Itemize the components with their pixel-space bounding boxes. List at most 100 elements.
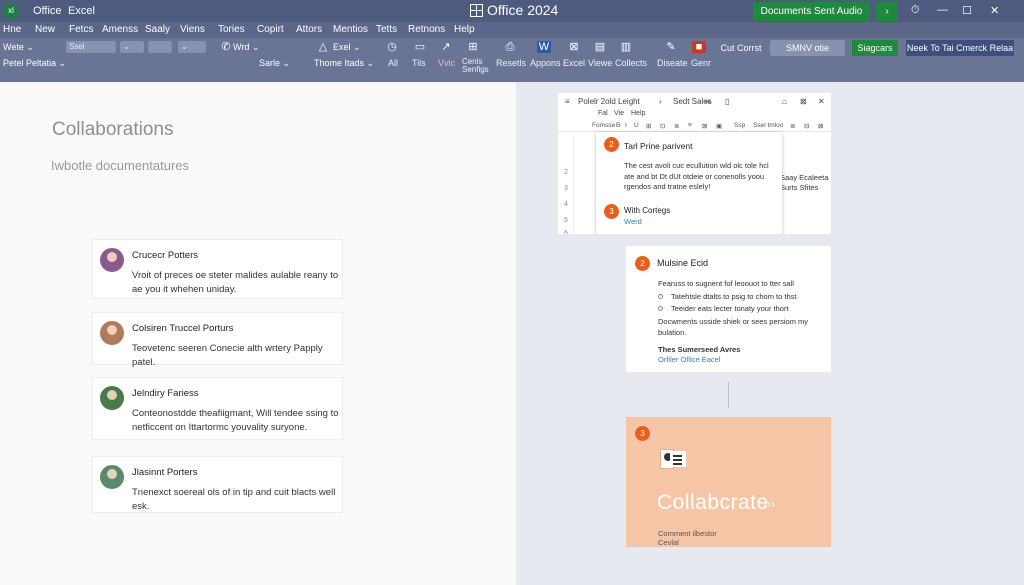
cell-style-box[interactable]: ⌄: [178, 41, 206, 53]
menu-item[interactable]: Attors: [296, 24, 322, 35]
word-icon[interactable]: W: [537, 41, 551, 53]
tool-icon[interactable]: ⊟: [804, 122, 809, 130]
wrap-dropdown[interactable]: Wete ⌄: [3, 42, 34, 53]
app-name[interactable]: Office: [33, 5, 62, 17]
doc-menu-item[interactable]: Vie: [614, 110, 624, 117]
select-tool[interactable]: Ssel tmloo: [753, 122, 783, 129]
view-button[interactable]: Viewe: [588, 58, 612, 68]
tool-icon[interactable]: ≣: [674, 122, 679, 130]
restore-icon[interactable]: ⊠: [800, 97, 807, 106]
collaborator-card[interactable]: Crucecr Potters Vroit of preces oe stete…: [92, 239, 343, 299]
phone-icon[interactable]: ✆: [219, 41, 233, 53]
share-icon[interactable]: ↗: [439, 41, 453, 53]
page-subtitle: Iwbotle documentatures: [51, 158, 190, 173]
pen-icon[interactable]: ✎: [664, 41, 678, 53]
tool-icon[interactable]: ⊞: [646, 122, 651, 130]
menu-item[interactable]: Help: [454, 24, 475, 35]
collaborator-card[interactable]: Jelndiry Fariess Conteonostdde theafiigm…: [92, 377, 343, 440]
font-name-box[interactable]: Ssel: [66, 41, 116, 53]
menu-item[interactable]: Tetts: [376, 24, 397, 35]
theme-dropdown[interactable]: Thome Itads ⌄: [314, 58, 374, 69]
tool-icon[interactable]: ≡: [688, 122, 692, 129]
settings-button[interactable]: Cenls Senfigs: [462, 58, 489, 74]
menu-item[interactable]: New: [35, 24, 55, 35]
collaborate-card[interactable]: 3 Collabcrate ››› Comment ilbestor Cevla…: [626, 417, 831, 547]
menu-item[interactable]: Mentios: [333, 24, 368, 35]
underline-tool[interactable]: U: [634, 122, 639, 129]
excel-icon[interactable]: ⊠: [567, 41, 581, 53]
minimize-icon[interactable]: —: [937, 4, 948, 16]
grid-icon[interactable]: ⊞: [466, 41, 480, 53]
tool-icon[interactable]: ≣: [790, 122, 795, 130]
diseate-button[interactable]: Diseate: [657, 58, 688, 68]
menu-item[interactable]: Retnons: [408, 24, 445, 35]
ssp-tool[interactable]: Ssp: [734, 122, 745, 129]
bold-tool[interactable]: B: [616, 122, 620, 129]
menu-item[interactable]: Copirt: [257, 24, 284, 35]
page-title: Collaborations: [52, 119, 174, 140]
popup-link[interactable]: Werd: [624, 217, 642, 226]
lock-icon[interactable]: ▯: [725, 97, 729, 106]
font-style-box[interactable]: [148, 41, 172, 53]
link-icon[interactable]: ∞: [705, 97, 711, 106]
font-size-box[interactable]: ⌄: [120, 41, 144, 53]
history-icon[interactable]: ◷: [385, 41, 399, 53]
all-button[interactable]: All: [388, 58, 398, 68]
comment-popup[interactable]: 2 Tarl Prine parivent The cest avoli cuc…: [596, 132, 782, 234]
tils-button[interactable]: Tils: [412, 58, 426, 68]
tool-icon[interactable]: ⊠: [702, 122, 707, 130]
collect-icon[interactable]: ▥: [619, 41, 633, 53]
appons-button[interactable]: Appons: [530, 58, 561, 68]
card-link[interactable]: Orfiler Oflice Eacel: [658, 355, 721, 364]
track-changes-button[interactable]: Neek To Tai Cmerck Relaa: [906, 40, 1014, 56]
tool-icon[interactable]: ⊠: [818, 122, 823, 130]
home-icon[interactable]: ⌂: [782, 97, 787, 106]
office-red-icon[interactable]: ■: [692, 41, 706, 53]
excel-button[interactable]: Excel: [563, 58, 585, 68]
share-arrow-button[interactable]: ›: [876, 2, 898, 21]
genr-button[interactable]: Genr: [691, 58, 711, 68]
signup-button[interactable]: Siagcars: [852, 40, 898, 56]
multiline-edit-card[interactable]: 2 Mulsine Ecid Fearuss to sugnent fof le…: [626, 246, 831, 372]
row-number: 5: [564, 217, 568, 224]
menu-item[interactable]: Saaly: [145, 24, 170, 35]
menu-item[interactable]: Hne: [3, 24, 21, 35]
tool-icon[interactable]: ⊡: [660, 122, 665, 130]
comment-icon[interactable]: ▭: [413, 41, 427, 53]
italic-tool[interactable]: I: [625, 122, 627, 129]
forward-arrows-icon[interactable]: ›››: [763, 497, 775, 511]
shape-icon[interactable]: △: [316, 41, 330, 53]
doc-name[interactable]: Excel: [68, 5, 95, 17]
collaborator-card[interactable]: Colsiren Truccel Porturs Teovetenc seere…: [92, 312, 343, 368]
menu-icon[interactable]: ≡: [565, 97, 570, 106]
collects-button[interactable]: Collects: [615, 58, 647, 68]
reset-icon[interactable]: ⎙: [503, 41, 517, 53]
vvic-button[interactable]: Vvic: [438, 58, 455, 68]
row-number: 2: [564, 169, 568, 176]
close-icon[interactable]: ✕: [990, 4, 999, 17]
menu-item[interactable]: Viens: [180, 24, 205, 35]
smv-button[interactable]: SMNV otie: [770, 40, 845, 56]
document-icon[interactable]: ▤: [593, 41, 607, 53]
doc-menu-item[interactable]: Fal: [598, 110, 608, 117]
radio-icon[interactable]: [658, 306, 663, 311]
wrd-dropdown[interactable]: Wrd ⌄: [233, 42, 259, 53]
format-tool[interactable]: Fomsse: [592, 122, 615, 129]
cut-correct-button[interactable]: Cut Corrst: [716, 40, 766, 56]
maximize-icon[interactable]: ☐: [962, 4, 972, 17]
card-line: Fearuss to sugnent fof leoouot to tter s…: [658, 279, 794, 288]
radio-icon[interactable]: [658, 294, 663, 299]
tool-icon[interactable]: ▣: [716, 122, 722, 130]
menu-item[interactable]: Fetcs: [69, 24, 93, 35]
style-dropdown[interactable]: Sarle ⌄: [259, 58, 290, 69]
reset-button[interactable]: Resetls: [496, 58, 526, 68]
collaborator-card[interactable]: Jlasinnt Porters Tnenexct soereal ols of…: [92, 456, 343, 513]
menu-item[interactable]: Amenss: [102, 24, 138, 35]
menu-item[interactable]: Tories: [218, 24, 245, 35]
exel-dropdown[interactable]: Exel ⌄: [333, 42, 361, 53]
close-icon[interactable]: ✕: [818, 97, 825, 106]
doc-menu-item[interactable]: Help: [631, 110, 645, 117]
paste-dropdown[interactable]: Petel Peltatia ⌄: [3, 58, 66, 69]
share-status-button[interactable]: Documents Sent Audio 213: [753, 2, 870, 36]
clock-icon[interactable]: ⏱: [911, 4, 920, 17]
